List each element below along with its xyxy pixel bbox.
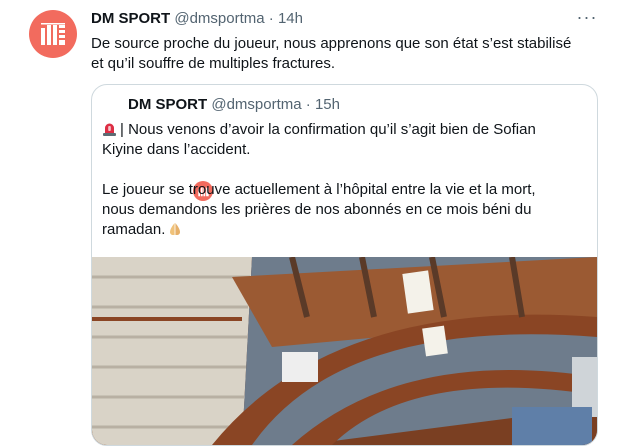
separator-dot: · (305, 96, 311, 113)
dm-sport-logo-icon (38, 19, 68, 49)
quoted-author-name: DM SPORT (128, 96, 208, 113)
quoted-tweet[interactable]: DM SPORT @dmsportma · 15h | Nous venons … (91, 84, 598, 446)
tweet-text-line: et qu’il souffre de multiples fractures. (91, 55, 336, 72)
quoted-paragraph-2: Le joueur se trouve actuellement à l’hôp… (102, 180, 572, 240)
tweet-time[interactable]: 14h (278, 10, 303, 27)
more-icon: ··· (576, 7, 598, 27)
tweet-text-line: De source proche du joueur, nous appreno… (91, 35, 572, 52)
folded-hands-icon (167, 221, 183, 237)
author-avatar[interactable] (29, 10, 77, 58)
quoted-paragraph-1-text: | Nous venons d’avoir la confirmation qu… (102, 121, 536, 158)
quoted-paragraph-1: | Nous venons d’avoir la confirmation qu… (102, 120, 572, 160)
author-name[interactable]: DM SPORT (91, 10, 170, 27)
quoted-tweet-text: | Nous venons d’avoir la confirmation qu… (102, 120, 572, 240)
quoted-tweet-time: 15h (314, 96, 340, 113)
quoted-tweet-header: DM SPORT @dmsportma · 15h (128, 95, 340, 115)
quoted-author-handle: @dmsportma (211, 96, 302, 113)
rotating-light-icon (102, 121, 117, 136)
author-handle[interactable]: @dmsportma (174, 10, 264, 27)
tweet[interactable]: DM SPORT @dmsportma · 14h ··· De source … (0, 0, 635, 446)
more-options-button[interactable]: ··· (573, 8, 601, 30)
tweet-header: DM SPORT @dmsportma · 14h (91, 9, 303, 29)
separator-dot: · (268, 10, 274, 27)
accident-photo[interactable] (92, 257, 597, 445)
tweet-text: De source proche du joueur, nous appreno… (91, 34, 611, 74)
photo-scene (92, 257, 597, 445)
